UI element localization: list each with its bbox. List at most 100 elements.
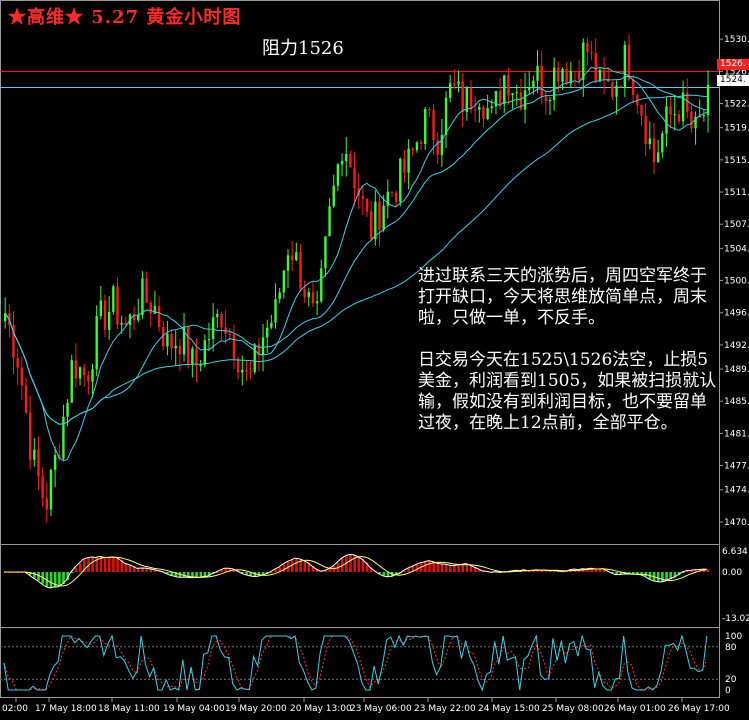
candle-body [112, 286, 115, 312]
candle-body [307, 292, 310, 298]
candle-body [261, 337, 265, 356]
candle-body [374, 201, 377, 240]
candle-body [615, 85, 618, 97]
macd-bar [58, 572, 61, 587]
candle-body [245, 370, 248, 372]
macd-bar [428, 560, 431, 572]
candle-body [631, 79, 635, 95]
candle-body [253, 344, 256, 372]
candle-body [315, 301, 319, 304]
candle-body [411, 148, 414, 151]
candle-body [157, 305, 161, 327]
candle-body [278, 292, 281, 300]
time-tick-label: 18 May 11:00 [98, 704, 160, 714]
candle-body [652, 138, 656, 163]
candle-body [399, 158, 402, 202]
candle-body [45, 498, 48, 510]
analysis-paragraph-1: 进过联系三天的涨势后，周四空军终于打开缺口，今天将思维放简单点，周末啦，只做一单… [418, 266, 707, 328]
macd-bar [116, 557, 119, 572]
candle-body [532, 80, 535, 88]
candle-body [16, 357, 19, 368]
candle-body [178, 345, 182, 355]
macd-bottom-label: -13.02 [722, 614, 749, 624]
candle-body [507, 75, 510, 95]
macd-bar [457, 564, 460, 572]
candle-body [249, 371, 252, 373]
candle-body [677, 114, 681, 122]
osc-label-0: 0 [725, 686, 731, 696]
macd-bar [182, 572, 186, 578]
price-tick-label: 1522. [724, 100, 749, 110]
candle-body [440, 134, 444, 155]
time-tick-label: 24 May 15:00 [478, 704, 540, 714]
candle-body [303, 289, 306, 298]
candle-body [286, 255, 290, 271]
candle-body [665, 106, 668, 134]
candle-body [345, 153, 348, 162]
candle-body [586, 42, 589, 53]
candle-body [511, 93, 514, 95]
time-tick-label: 26 May 17:00 [668, 704, 730, 714]
macd-bar [349, 554, 352, 572]
candle-body [236, 358, 240, 373]
candle-body [216, 314, 219, 318]
candle-body [241, 370, 244, 373]
macd-bar [382, 572, 386, 576]
candle-body [594, 53, 597, 82]
candle-body [544, 97, 548, 101]
candle-body [528, 87, 531, 91]
candle-body [203, 340, 207, 365]
candle-body [349, 153, 352, 168]
candle-body [149, 302, 152, 314]
candle-body [328, 206, 331, 237]
resistance-label: 阻力1526 [262, 38, 344, 59]
candle-body [403, 158, 406, 173]
price-tick-label: 1485. [724, 397, 749, 407]
osc-label-100: 100 [725, 632, 742, 642]
osc-label-20: 20 [725, 675, 737, 685]
chart-window[interactable]: 1530. 1526. 1522. 1519. 1515. 1511. 1507. 1504.… [0, 0, 749, 720]
candle-body [324, 236, 327, 269]
candle-body [186, 327, 190, 365]
macd-bar [461, 564, 465, 572]
candle-body [590, 52, 593, 54]
price-tick-label: 1496. [724, 309, 749, 319]
candle-body [361, 195, 365, 199]
candle-body [444, 97, 448, 135]
candle-body [469, 87, 473, 110]
candle-body [706, 84, 710, 116]
chart-title: ★高维★ 5.27 黄金小时图 [8, 7, 242, 28]
candle-body [490, 106, 493, 109]
candle-body [661, 133, 664, 153]
macd-bar [107, 557, 111, 572]
macd-bar [124, 563, 128, 572]
candle-body [33, 449, 36, 460]
macd-bar [661, 572, 664, 583]
price-tick-label: 1515. [724, 156, 749, 166]
candle-body [41, 476, 44, 499]
candle-body [199, 364, 202, 366]
candle-body [536, 65, 539, 81]
price-tick-label: 1511. [724, 188, 749, 198]
candle-body [220, 314, 223, 328]
candle-body [673, 114, 676, 116]
candle-body [573, 71, 577, 73]
price-tick-label: 1481. [724, 429, 749, 439]
candle-body [478, 106, 481, 110]
candle-body [503, 75, 506, 105]
candle-body [702, 115, 706, 117]
macd-bar [440, 563, 444, 572]
candle-body [211, 317, 215, 339]
macd-bar [112, 557, 115, 572]
candle-body [382, 205, 385, 230]
candle-body [419, 142, 423, 145]
price-tick-label: 1504. [724, 244, 749, 254]
price-tick-label: 1474. [724, 486, 749, 496]
current-price-tag: 1524. [717, 75, 749, 86]
candle-body [627, 44, 631, 80]
candle-body [365, 198, 369, 212]
candle-body [548, 100, 552, 102]
macd-bar [453, 565, 456, 572]
candle-body [207, 338, 211, 341]
candle-body [353, 167, 356, 189]
